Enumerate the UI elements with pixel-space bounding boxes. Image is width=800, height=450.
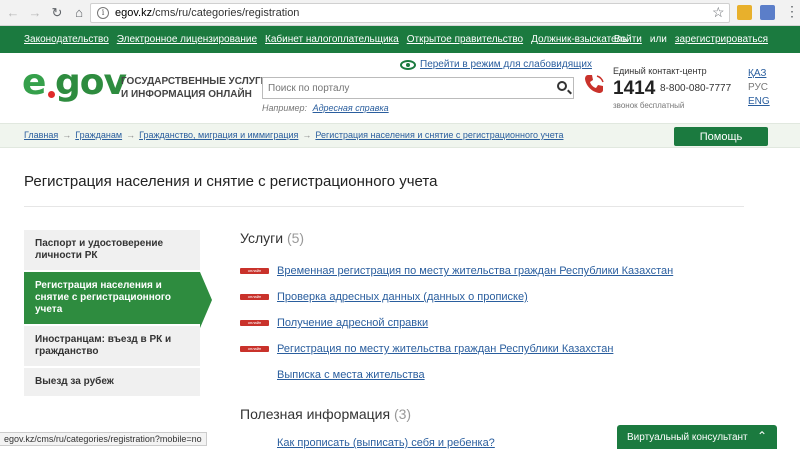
contact-phone-number: 8-800-080-7777 (660, 83, 732, 94)
topnav-item-open-government[interactable]: Открытое правительство (407, 34, 523, 45)
topnav-item-e-licensing[interactable]: Электронное лицензирование (117, 34, 257, 45)
category-menu: Паспорт и удостоверение личности РК Реги… (24, 230, 212, 398)
egov-logo[interactable]: e gov (22, 62, 127, 105)
useful-info-title: Полезная информация (240, 406, 391, 422)
services-title: Услуги (240, 230, 284, 246)
list-item: онлайн Получение адресной справки (240, 310, 673, 336)
reload-icon[interactable]: ↻ (48, 4, 66, 22)
forward-icon[interactable]: → (26, 4, 44, 22)
service-link-temp-registration[interactable]: Временная регистрация по месту жительств… (277, 265, 673, 277)
auth-or-text: или (649, 34, 667, 45)
accessibility-mode[interactable]: Перейти в режим для слабовидящих (400, 59, 592, 70)
lang-rus[interactable]: РУС (748, 82, 770, 93)
breadcrumb-bar: Главная → Гражданам → Гражданство, мигра… (0, 123, 800, 148)
breadcrumb-citizens[interactable]: Гражданам (75, 130, 122, 140)
logo-e: e (22, 62, 47, 103)
useful-info-link[interactable]: Как прописать (выписать) себя и ребенка? (277, 437, 495, 449)
list-item: Выписка с места жительства (240, 362, 673, 388)
virtual-consultant-widget[interactable]: Виртуальный консультант ⌃ (617, 425, 777, 449)
back-icon[interactable]: ← (4, 4, 22, 22)
online-badge: онлайн (240, 346, 269, 352)
services-heading: Услуги (5) (240, 230, 304, 246)
address-bar[interactable]: i egov.kz/cms/ru/categories/registration (90, 3, 730, 23)
site-info-icon[interactable]: i (97, 7, 109, 19)
search-input[interactable] (263, 78, 543, 98)
breadcrumb-arrow-icon: → (302, 130, 312, 140)
list-item: онлайн Временная регистрация по месту жи… (240, 258, 673, 284)
contact-short-number: 1414 (613, 78, 656, 99)
breadcrumb-arrow-icon: → (126, 130, 136, 140)
contact-free-note: звонок бесплатный (613, 101, 685, 110)
title-divider (24, 206, 744, 207)
service-link-address-certificate[interactable]: Получение адресной справки (277, 317, 428, 329)
portal-search (262, 77, 574, 99)
search-example: Например: Адресная справка (262, 103, 389, 113)
useful-info-count: (3) (393, 406, 412, 422)
category-foreigners[interactable]: Иностранцам: въезд в РК и гражданство (24, 326, 200, 368)
lang-eng[interactable]: ENG (748, 96, 770, 107)
auth-links: Войти или зарегистрироваться (614, 26, 768, 53)
home-icon[interactable]: ⌂ (70, 4, 88, 22)
category-passport[interactable]: Паспорт и удостоверение личности РК (24, 230, 200, 272)
login-link[interactable]: Войти (614, 34, 642, 45)
top-navigation: Законодательство Электронное лицензирова… (0, 26, 800, 53)
online-badge: онлайн (240, 294, 269, 300)
translate-extension-icon[interactable] (760, 5, 775, 20)
address-url: egov.kz/cms/ru/categories/registration (115, 7, 300, 19)
contact-center-title: Единый контакт-центр (613, 66, 707, 76)
services-list: онлайн Временная регистрация по месту жи… (240, 258, 673, 388)
topnav-item-taxpayer-cabinet[interactable]: Кабинет налогоплательщика (265, 34, 399, 45)
topnav-item-debtor-claimant[interactable]: Должник-взыскатель (531, 34, 627, 45)
list-item: онлайн Регистрация по месту жительства г… (240, 336, 673, 362)
page-title: Регистрация населения и снятие с регистр… (24, 173, 438, 190)
logo-dot-icon (48, 91, 55, 98)
browser-toolbar: ← → ↻ ⌂ i egov.kz/cms/ru/categories/regi… (0, 0, 800, 26)
phone-icon (585, 75, 604, 93)
browser-status-url: egov.kz/cms/ru/categories/registration?m… (0, 432, 207, 446)
lang-kaz[interactable]: ҚАЗ (748, 68, 770, 79)
service-link-deregistration[interactable]: Выписка с места жительства (277, 369, 425, 381)
breadcrumb-citizenship[interactable]: Гражданство, миграция и иммиграция (139, 130, 298, 140)
search-example-link[interactable]: Адресная справка (313, 103, 389, 113)
language-switcher: ҚАЗ РУС ENG (748, 68, 770, 110)
service-link-address-check[interactable]: Проверка адресных данных (данных о пропи… (277, 291, 528, 303)
online-badge: онлайн (240, 268, 269, 274)
service-link-permanent-registration[interactable]: Регистрация по месту жительства граждан … (277, 343, 613, 355)
badge-placeholder (240, 372, 269, 378)
virtual-consultant-label: Виртуальный консультант (627, 431, 748, 443)
list-item: онлайн Проверка адресных данных (данных … (240, 284, 673, 310)
site-header: e gov Государственные услуги и информаци… (0, 53, 800, 123)
site-tagline: Государственные услуги и информация онла… (121, 76, 268, 100)
search-icon[interactable] (557, 81, 567, 91)
chevron-up-icon[interactable]: ⌃ (757, 429, 767, 443)
breadcrumb-home[interactable]: Главная (24, 130, 58, 140)
breadcrumb-arrow-icon: → (62, 130, 72, 140)
category-registration[interactable]: Регистрация населения и снятие с регистр… (24, 272, 212, 328)
register-link[interactable]: зарегистрироваться (675, 34, 768, 45)
breadcrumb-registration[interactable]: Регистрация населения и снятие с регистр… (315, 130, 563, 140)
category-travel-abroad[interactable]: Выезд за рубеж (24, 368, 200, 398)
help-button[interactable]: Помощь (674, 127, 768, 146)
bookmark-star-icon[interactable]: ☆ (712, 4, 725, 21)
breadcrumb: Главная → Гражданам → Гражданство, мигра… (24, 130, 563, 140)
services-count: (5) (286, 230, 305, 246)
topnav-item-legislation[interactable]: Законодательство (24, 34, 109, 45)
search-example-prefix: Например: (262, 103, 308, 113)
browser-menu-icon[interactable]: ⋮ (785, 4, 799, 18)
eye-icon (400, 59, 416, 70)
online-badge: онлайн (240, 320, 269, 326)
accessibility-link[interactable]: Перейти в режим для слабовидящих (420, 59, 592, 70)
logo-gov: gov (55, 62, 127, 103)
rss-extension-icon[interactable] (737, 5, 752, 20)
useful-info-heading: Полезная информация (3) (240, 406, 411, 422)
